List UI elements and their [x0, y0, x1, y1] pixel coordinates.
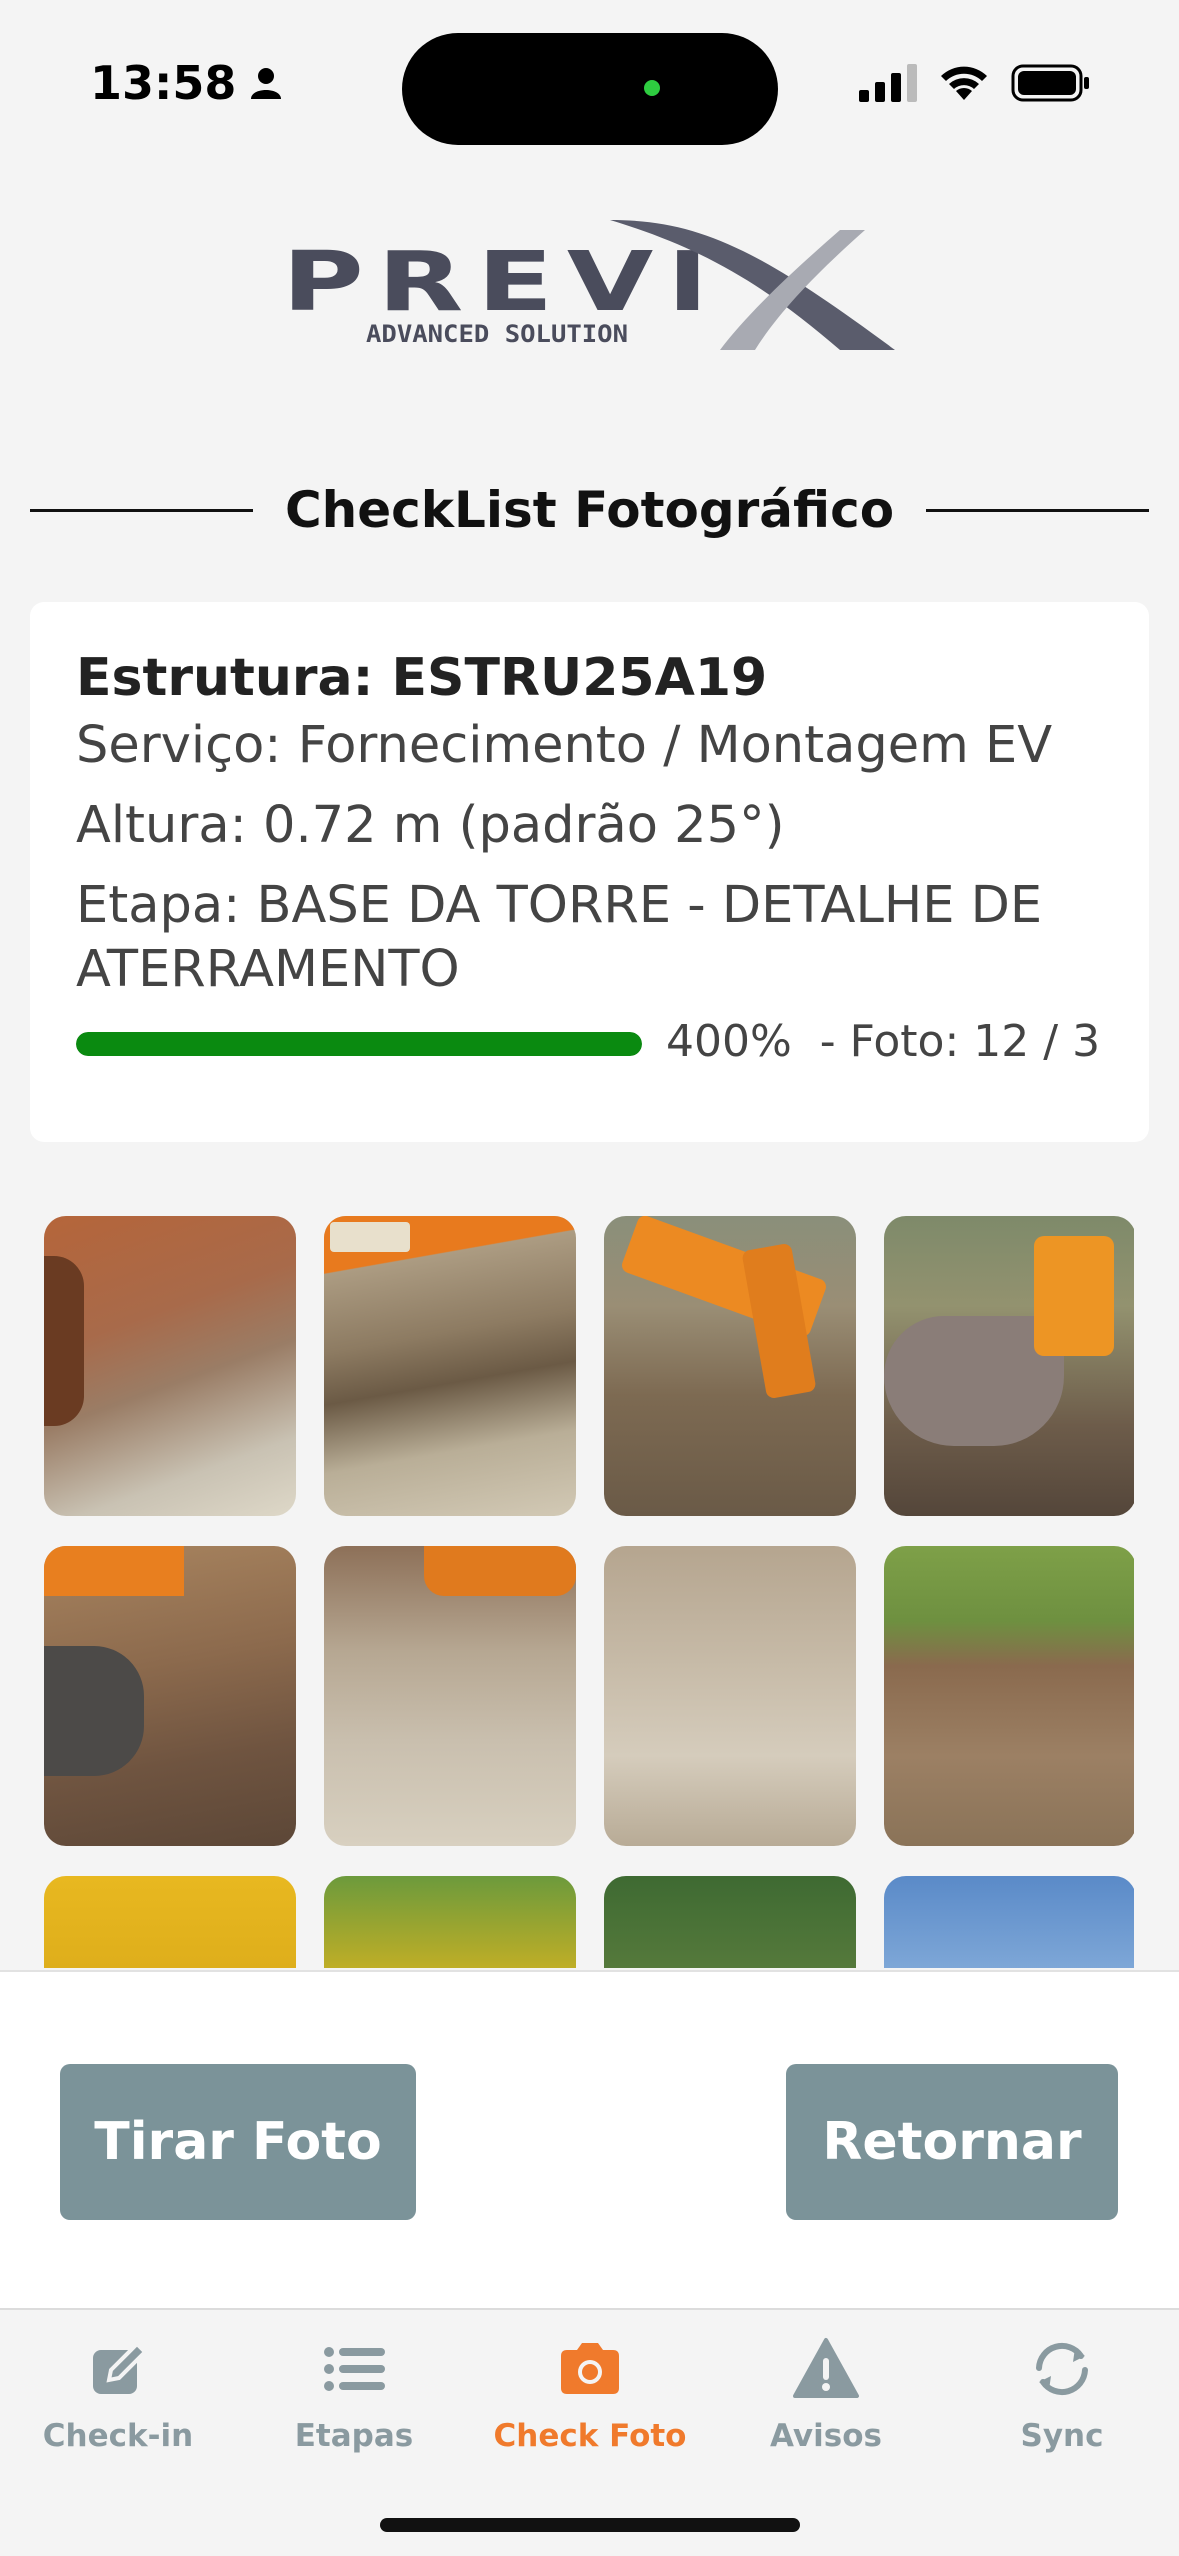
photo-thumbnail[interactable] [44, 1876, 296, 1968]
divider-left [30, 508, 253, 512]
wifi-icon [941, 66, 987, 100]
previx-logo: PREVI ADVANCED SOLUTION [280, 210, 900, 360]
person-icon [251, 68, 282, 99]
status-icons [859, 64, 1091, 102]
tab-check-foto[interactable]: Check Foto [472, 2334, 708, 2474]
photo-thumbnail[interactable] [604, 1216, 856, 1516]
structure-title: Estrutura: ESTRU25A19 [76, 648, 768, 708]
section-header: CheckList Fotográfico [30, 470, 1150, 550]
battery-icon [1011, 64, 1089, 102]
divider-right [926, 508, 1150, 512]
camera-indicator [644, 80, 660, 96]
photo-grid[interactable] [44, 1216, 1134, 1968]
photo-thumbnail[interactable] [324, 1546, 576, 1846]
back-button[interactable]: Retornar [786, 2064, 1118, 2220]
action-panel: Tirar Foto Retornar [0, 1970, 1179, 2308]
tab-check-in[interactable]: Check-in [0, 2334, 236, 2474]
take-photo-button[interactable]: Tirar Foto [60, 2064, 416, 2220]
status-time: 13:58 [90, 56, 284, 110]
logo-brand: PREVI [282, 235, 722, 330]
photo-thumbnail[interactable] [44, 1546, 296, 1846]
structure-info-card: Estrutura: ESTRU25A19 Serviço: Fornecime… [30, 602, 1149, 1142]
photo-thumbnail[interactable] [324, 1876, 576, 1968]
dynamic-island [402, 33, 778, 145]
photo-count: - Foto: 12 / 3 [819, 1016, 1101, 1067]
tab-label: Check-in [42, 2418, 194, 2454]
photo-thumbnail[interactable] [44, 1216, 296, 1516]
photo-thumbnail[interactable] [604, 1546, 856, 1846]
sync-icon [1036, 2342, 1088, 2396]
status-bar: 13:58 [0, 0, 1179, 150]
warning-icon [793, 2338, 859, 2398]
tab-label: Avisos [770, 2418, 882, 2454]
tab-label: Sync [1020, 2418, 1104, 2454]
stage-text: Etapa: BASE DA TORRE - DETALHE DE ATERRA… [76, 876, 1043, 999]
progress-bar [76, 1032, 642, 1056]
progress-percent: 400% [666, 1016, 792, 1067]
photo-thumbnail[interactable] [884, 1876, 1134, 1968]
list-icon [324, 2347, 385, 2391]
photo-thumbnail[interactable] [324, 1216, 576, 1516]
service-text: Serviço: Fornecimento / Montagem EV [76, 716, 1053, 775]
home-indicator[interactable] [380, 2518, 800, 2532]
camera-icon [561, 2343, 619, 2394]
cellular-signal-icon [859, 64, 917, 102]
tab-avisos[interactable]: Avisos [708, 2334, 944, 2474]
photo-thumbnail[interactable] [604, 1876, 856, 1968]
tab-label: Etapas [294, 2418, 414, 2454]
logo-tagline: ADVANCED SOLUTION [366, 320, 628, 348]
photo-thumbnail[interactable] [884, 1216, 1134, 1516]
tab-etapas[interactable]: Etapas [236, 2334, 472, 2474]
tab-sync[interactable]: Sync [944, 2334, 1179, 2474]
clock: 13:58 [90, 56, 237, 110]
page-title: CheckList Fotográfico [284, 481, 895, 539]
photo-thumbnail[interactable] [884, 1546, 1134, 1846]
tab-label: Check Foto [493, 2418, 687, 2454]
progress-label: 400% - Foto: 12 / 3 [666, 1016, 1100, 1067]
progress-fill [76, 1032, 642, 1056]
edit-icon [93, 2341, 148, 2394]
height-text: Altura: 0.72 m (padrão 25°) [76, 796, 785, 855]
